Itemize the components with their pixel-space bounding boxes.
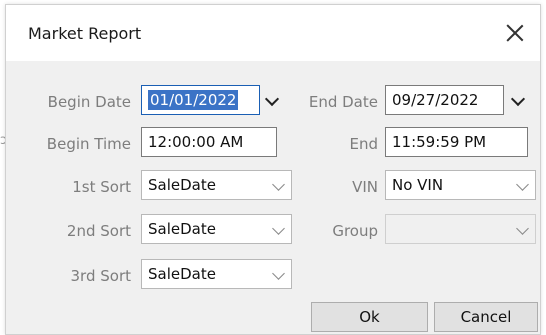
chevron-down-icon	[510, 91, 526, 107]
chevron-down-icon	[272, 267, 285, 280]
dialog-title: Market Report	[28, 24, 142, 43]
begin-date-value: 01/01/2022	[148, 90, 239, 110]
sort1-select[interactable]: SaleDate	[141, 170, 292, 200]
vin-label: VIN	[352, 178, 378, 196]
chevron-down-icon	[264, 91, 280, 107]
sort1-value: SaleDate	[148, 176, 216, 194]
ok-button[interactable]: Ok	[311, 302, 428, 332]
begin-date-label: Begin Date	[47, 93, 131, 111]
end-date-dropdown[interactable]	[510, 85, 531, 115]
end-date-input[interactable]: 09/27/2022	[385, 85, 504, 115]
sort2-select[interactable]: SaleDate	[141, 214, 292, 244]
vin-value: No VIN	[392, 176, 444, 194]
sort3-value: SaleDate	[148, 265, 216, 283]
begin-date-input[interactable]: 01/01/2022	[141, 85, 260, 115]
begin-time-label: Begin Time	[46, 135, 131, 153]
close-icon[interactable]	[504, 22, 526, 44]
chevron-down-icon	[516, 178, 529, 191]
cancel-button[interactable]: Cancel	[434, 302, 538, 332]
sort3-label: 3rd Sort	[70, 267, 131, 285]
sort2-label: 2nd Sort	[66, 222, 131, 240]
group-select[interactable]	[385, 214, 536, 244]
sort2-value: SaleDate	[148, 220, 216, 238]
chevron-down-icon	[516, 222, 529, 235]
sort3-select[interactable]: SaleDate	[141, 259, 292, 289]
end-time-input[interactable]: 11:59:59 PM	[385, 127, 528, 157]
end-date-label: End Date	[308, 93, 378, 111]
begin-time-input[interactable]: 12:00:00 AM	[141, 127, 277, 157]
group-label: Group	[332, 222, 378, 240]
vin-select[interactable]: No VIN	[385, 170, 536, 200]
sort1-label: 1st Sort	[72, 178, 131, 196]
end-time-label: End	[349, 135, 378, 153]
title-bar: Market Report	[6, 5, 540, 61]
market-report-dialog: Market Report Begin Date 01/01/2022 End …	[5, 4, 541, 335]
chevron-down-icon	[272, 178, 285, 191]
begin-date-dropdown[interactable]	[264, 85, 285, 115]
chevron-down-icon	[272, 222, 285, 235]
